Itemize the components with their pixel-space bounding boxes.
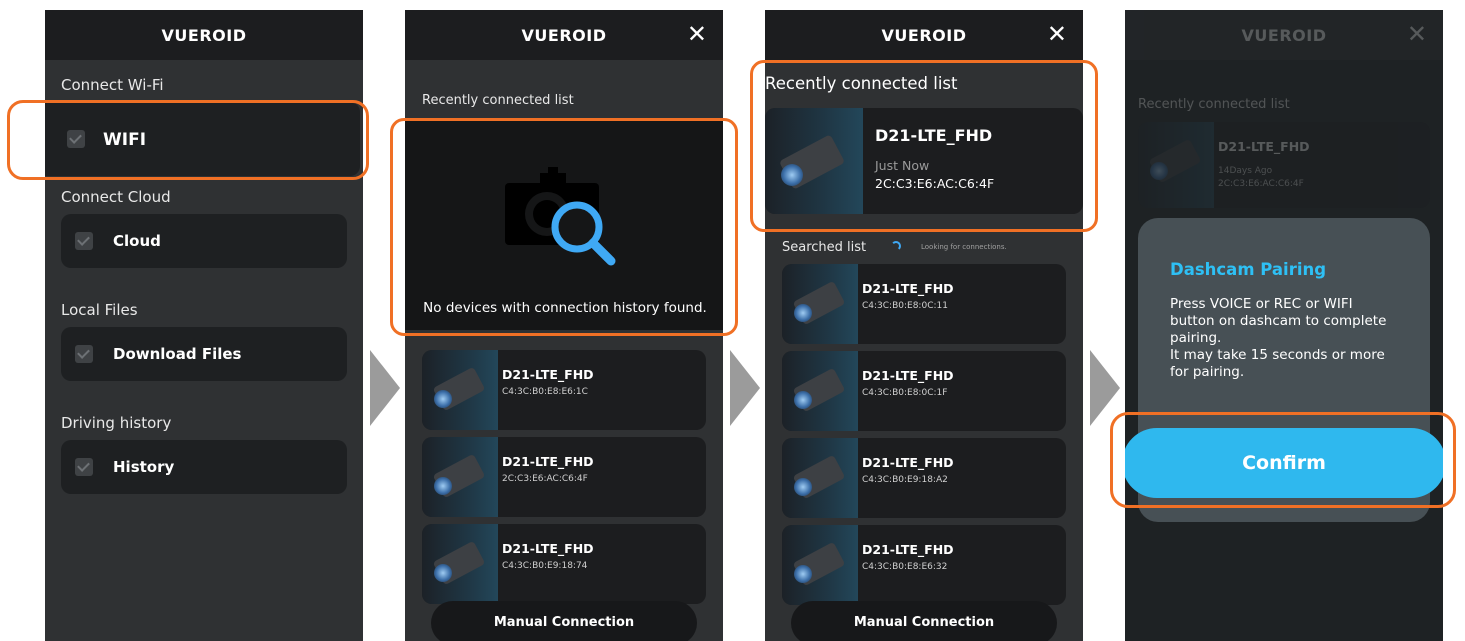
cloud-option-label: Cloud <box>113 232 161 250</box>
next-step-arrow-icon <box>730 350 760 426</box>
app-title: VUEROID <box>881 26 967 45</box>
device-name: D21-LTE_FHD <box>502 454 594 469</box>
section-label-local-files: Local Files <box>61 301 138 319</box>
device-mac: C4:3C:B0:E8:0C:11 <box>862 301 948 311</box>
close-icon[interactable]: ✕ <box>1407 22 1427 46</box>
device-name: D21-LTE_FHD <box>502 541 594 556</box>
empty-history-message: No devices with connection history found… <box>423 300 707 316</box>
recent-device-card: D21-LTE_FHD 14Days Ago 2C:C3:E6:AC:C6:4F <box>1138 122 1430 208</box>
app-header: VUEROID ✕ <box>1125 10 1443 60</box>
dialog-title: Dashcam Pairing <box>1170 260 1327 279</box>
device-mac: C4:3C:B0:E9:18:74 <box>502 561 588 571</box>
device-mac: 2C:C3:E6:AC:C6:4F <box>875 176 995 191</box>
recently-connected-label: Recently connected list <box>1138 97 1290 112</box>
checkbox-icon[interactable] <box>67 130 85 148</box>
device-card[interactable]: D21-LTE_FHD C4:3C:B0:E8:0C:1F <box>782 351 1066 431</box>
dashcam-thumbnail <box>765 108 863 214</box>
device-mac: C4:3C:B0:E8:E6:1C <box>502 387 588 397</box>
dashcam-thumbnail <box>782 264 858 344</box>
section-label-wifi: Connect Wi-Fi <box>61 76 164 94</box>
dashcam-thumbnail <box>422 437 498 517</box>
confirm-button[interactable]: Confirm <box>1125 428 1443 498</box>
section-label-driving-history: Driving history <box>61 414 172 432</box>
manual-connection-button[interactable]: Manual Connection <box>791 601 1057 641</box>
device-card[interactable]: D21-LTE_FHD C4:3C:B0:E9:18:A2 <box>782 438 1066 518</box>
close-icon[interactable]: ✕ <box>1047 22 1067 46</box>
device-name: D21-LTE_FHD <box>862 455 954 470</box>
section-label-cloud: Connect Cloud <box>61 188 171 206</box>
device-mac: 2C:C3:E6:AC:C6:4F <box>1218 179 1304 189</box>
checkbox-icon[interactable] <box>75 458 93 476</box>
device-list-panel-empty: VUEROID ✕ Recently connected list No dev… <box>405 10 723 641</box>
download-files-option[interactable]: Download Files <box>61 327 347 381</box>
dialog-message: Press VOICE or REC or WIFI button on das… <box>1170 296 1387 380</box>
dashcam-thumbnail <box>1138 122 1214 208</box>
connection-time: 14Days Ago <box>1218 166 1273 176</box>
dashcam-thumbnail <box>422 524 498 604</box>
device-list-panel: VUEROID ✕ Recently connected list D21-LT… <box>765 10 1083 641</box>
close-icon[interactable]: ✕ <box>687 22 707 46</box>
dashcam-thumbnail <box>782 525 858 605</box>
checkbox-icon[interactable] <box>75 345 93 363</box>
wifi-option-label: WIFI <box>103 130 147 150</box>
device-mac: C4:3C:B0:E8:0C:1F <box>862 388 948 398</box>
camera-search-icon <box>505 167 616 266</box>
device-name: D21-LTE_FHD <box>862 542 954 557</box>
device-card[interactable]: D21-LTE_FHD C4:3C:B0:E8:E6:1C <box>422 350 706 430</box>
loading-spinner-icon <box>891 241 901 251</box>
device-name: D21-LTE_FHD <box>862 368 954 383</box>
recently-connected-label: Recently connected list <box>422 93 574 108</box>
history-option[interactable]: History <box>61 440 347 494</box>
device-name: D21-LTE_FHD <box>502 367 594 382</box>
device-card[interactable]: D21-LTE_FHD C4:3C:B0:E9:18:74 <box>422 524 706 604</box>
dashcam-thumbnail <box>782 351 858 431</box>
app-title: VUEROID <box>521 26 607 45</box>
searching-status: Looking for connections. <box>921 243 1007 251</box>
download-files-label: Download Files <box>113 345 242 363</box>
device-mac: C4:3C:B0:E9:18:A2 <box>862 475 948 485</box>
searched-list-label: Searched list <box>782 240 867 255</box>
device-card[interactable]: D21-LTE_FHD C4:3C:B0:E8:E6:32 <box>782 525 1066 605</box>
dashcam-thumbnail <box>422 350 498 430</box>
device-card[interactable]: D21-LTE_FHD C4:3C:B0:E8:0C:11 <box>782 264 1066 344</box>
dashcam-thumbnail <box>782 438 858 518</box>
device-name: D21-LTE_FHD <box>875 126 993 145</box>
next-step-arrow-icon <box>370 350 400 426</box>
empty-history-box: No devices with connection history found… <box>405 120 723 330</box>
device-name: D21-LTE_FHD <box>1218 139 1310 154</box>
connection-time: Just Now <box>875 158 930 173</box>
menu-panel: VUEROID Connect Wi-Fi WIFI Connect Cloud… <box>45 10 363 641</box>
pairing-panel: VUEROID ✕ Recently connected list D21-LT… <box>1125 10 1443 641</box>
device-mac: 2C:C3:E6:AC:C6:4F <box>502 474 588 484</box>
manual-connection-button[interactable]: Manual Connection <box>431 601 697 641</box>
app-header: VUEROID ✕ <box>765 10 1083 60</box>
app-header: VUEROID ✕ <box>405 10 723 60</box>
history-option-label: History <box>113 458 175 476</box>
recent-device-card[interactable]: D21-LTE_FHD Just Now 2C:C3:E6:AC:C6:4F <box>765 108 1083 214</box>
device-card[interactable]: D21-LTE_FHD 2C:C3:E6:AC:C6:4F <box>422 437 706 517</box>
wifi-option[interactable]: WIFI <box>45 102 360 176</box>
app-title: VUEROID <box>161 26 247 45</box>
recently-connected-label: Recently connected list <box>765 74 958 93</box>
app-title: VUEROID <box>1241 26 1327 45</box>
device-name: D21-LTE_FHD <box>862 281 954 296</box>
next-step-arrow-icon <box>1090 350 1120 426</box>
app-header: VUEROID <box>45 10 363 60</box>
checkbox-icon[interactable] <box>75 232 93 250</box>
device-mac: C4:3C:B0:E8:E6:32 <box>862 562 948 572</box>
cloud-option[interactable]: Cloud <box>61 214 347 268</box>
